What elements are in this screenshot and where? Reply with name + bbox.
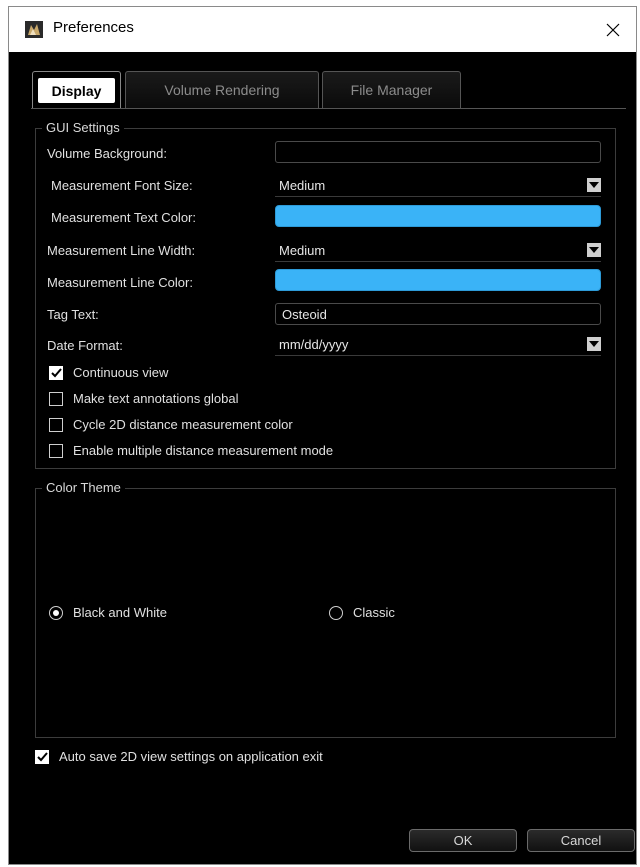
measurement-line-color-label: Measurement Line Color: xyxy=(47,275,193,290)
cancel-button[interactable]: Cancel xyxy=(527,829,635,852)
volume-background-input[interactable] xyxy=(275,141,601,163)
tab-display[interactable]: Display xyxy=(32,71,121,108)
close-button[interactable] xyxy=(590,7,636,52)
tag-text-input[interactable] xyxy=(275,303,601,325)
tab-divider xyxy=(31,108,626,109)
continuous-view-checkbox[interactable]: Continuous view xyxy=(49,365,168,380)
checkbox-unchecked-icon xyxy=(49,391,63,406)
radio-unselected-icon xyxy=(329,605,343,620)
preferences-dialog: Preferences Display Volume Rendering Fil… xyxy=(8,6,637,865)
text-annotations-global-checkbox[interactable]: Make text annotations global xyxy=(49,391,239,406)
ok-button[interactable]: OK xyxy=(409,829,517,852)
volume-background-label: Volume Background: xyxy=(47,146,167,161)
tab-file-manager[interactable]: File Manager xyxy=(322,71,461,108)
theme-classic-radio[interactable]: Classic xyxy=(329,605,395,620)
app-logo-icon xyxy=(25,21,43,38)
measurement-line-width-label: Measurement Line Width: xyxy=(47,243,196,258)
checkbox-checked-icon xyxy=(49,365,63,380)
close-icon xyxy=(606,23,620,36)
dropdown-arrow-icon xyxy=(587,178,601,192)
measurement-line-color-swatch[interactable] xyxy=(275,269,601,291)
title-bar: Preferences xyxy=(9,7,636,52)
checkbox-checked-icon xyxy=(35,749,49,764)
auto-save-checkbox[interactable]: Auto save 2D view settings on applicatio… xyxy=(35,749,323,764)
measurement-font-size-label: Measurement Font Size: xyxy=(51,178,193,193)
measurement-text-color-swatch[interactable] xyxy=(275,205,601,227)
radio-selected-icon xyxy=(49,605,63,620)
tag-text-label: Tag Text: xyxy=(47,307,99,322)
gui-settings-title: GUI Settings xyxy=(42,120,124,135)
multiple-distance-mode-checkbox[interactable]: Enable multiple distance measurement mod… xyxy=(49,443,333,458)
checkbox-unchecked-icon xyxy=(49,443,63,458)
tab-volume-rendering[interactable]: Volume Rendering xyxy=(125,71,319,108)
measurement-line-width-select[interactable]: Medium xyxy=(275,240,601,262)
measurement-font-size-select[interactable]: Medium xyxy=(275,175,601,197)
theme-black-and-white-radio[interactable]: Black and White xyxy=(49,605,167,620)
date-format-select[interactable]: mm/dd/yyyy xyxy=(275,334,601,356)
dropdown-arrow-icon xyxy=(587,243,601,257)
date-format-label: Date Format: xyxy=(47,338,123,353)
dropdown-arrow-icon xyxy=(587,337,601,351)
measurement-text-color-label: Measurement Text Color: xyxy=(51,210,196,225)
checkbox-unchecked-icon xyxy=(49,417,63,432)
color-theme-title: Color Theme xyxy=(42,480,125,495)
window-title: Preferences xyxy=(53,19,134,36)
cycle-distance-color-checkbox[interactable]: Cycle 2D distance measurement color xyxy=(49,417,293,432)
